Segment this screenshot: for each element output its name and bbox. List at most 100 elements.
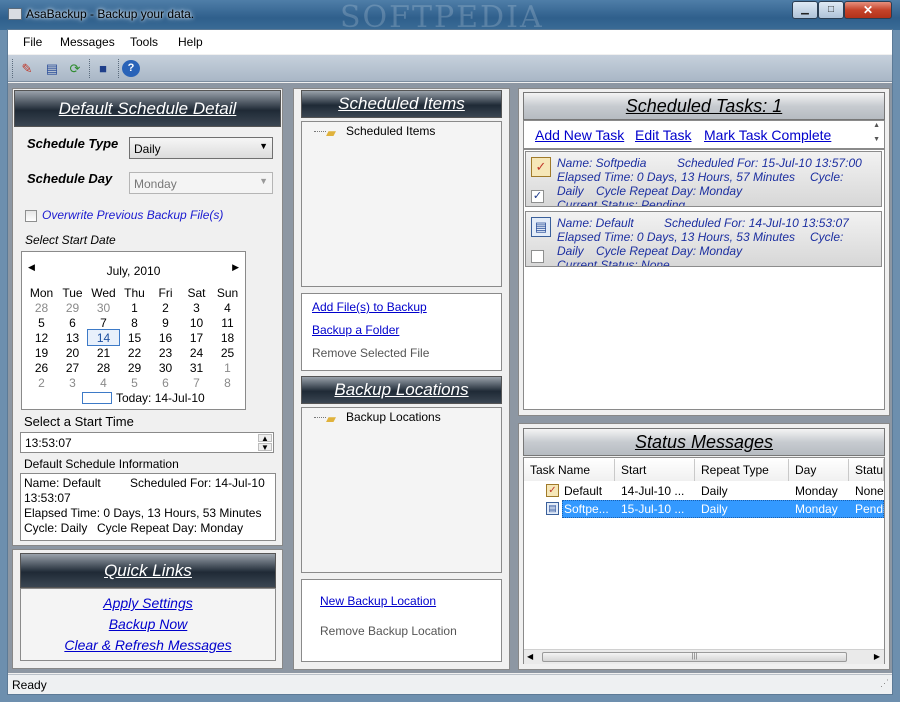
scroll-right-icon[interactable]: ▶ xyxy=(874,652,880,661)
task-checkbox[interactable]: ✓ xyxy=(531,190,544,203)
overwrite-checkbox[interactable] xyxy=(25,210,37,222)
calendar-day[interactable]: 30 xyxy=(88,300,119,315)
calendar-day[interactable]: 31 xyxy=(181,360,212,375)
column-header-start[interactable]: Start xyxy=(615,459,695,481)
apply-settings-link[interactable]: Apply Settings xyxy=(20,595,276,611)
calendar-day[interactable]: 27 xyxy=(57,360,88,375)
calendar-day[interactable]: 19 xyxy=(26,345,57,360)
tree-root-scheduled[interactable]: Scheduled Items xyxy=(346,124,435,138)
backup-now-link[interactable]: Backup Now xyxy=(20,616,276,632)
schedule-info-box: Name: Default Scheduled For: 14-Jul-10 1… xyxy=(20,473,276,541)
calendar[interactable]: ◀ July, 2010 ▶ Mon Tue Wed Thu Fri Sat Sun 28 2… xyxy=(21,251,246,410)
maximize-button[interactable]: □ xyxy=(818,1,844,19)
calendar-day[interactable]: 9 xyxy=(150,315,181,330)
scroll-left-icon[interactable]: ◀ xyxy=(527,652,533,661)
calendar-day[interactable]: 24 xyxy=(181,345,212,360)
add-files-link[interactable]: Add File(s) to Backup xyxy=(312,300,427,314)
task-card[interactable]: ▤ Name: Default Scheduled For: 14-Jul-10… xyxy=(525,211,882,267)
scroll-thumb[interactable]: ||| xyxy=(542,652,847,662)
calendar-day[interactable]: 29 xyxy=(119,360,150,375)
calendar-day[interactable]: 23 xyxy=(150,345,181,360)
calendar-day[interactable]: 29 xyxy=(57,300,88,315)
calendar-day[interactable]: 6 xyxy=(150,375,181,390)
calendar-day[interactable]: 30 xyxy=(150,360,181,375)
mark-complete-link[interactable]: Mark Task Complete xyxy=(704,127,831,143)
calendar-day[interactable]: 3 xyxy=(57,375,88,390)
calendar-day[interactable]: 7 xyxy=(181,375,212,390)
calendar-day[interactable]: 1 xyxy=(212,360,243,375)
scroll-down-icon[interactable]: ▼ xyxy=(873,136,880,143)
calendar-day[interactable]: 8 xyxy=(119,315,150,330)
calendar-day[interactable]: 14 xyxy=(87,329,120,346)
calendar-day[interactable]: 22 xyxy=(119,345,150,360)
remove-file-link[interactable]: Remove Selected File xyxy=(312,346,429,360)
calendar-day[interactable]: 26 xyxy=(26,360,57,375)
task-checkbox[interactable] xyxy=(531,250,544,263)
horizontal-scrollbar[interactable]: ◀ ||| ▶ xyxy=(524,649,884,664)
menu-file[interactable]: File xyxy=(23,35,42,49)
checklist-icon[interactable]: ✎ xyxy=(18,60,36,77)
edit-task-link[interactable]: Edit Task xyxy=(635,127,692,143)
refresh-icon[interactable]: ⟳ xyxy=(66,60,84,77)
resize-grip-icon[interactable]: ⋰ xyxy=(880,678,889,689)
calendar-day[interactable]: 18 xyxy=(212,330,243,345)
table-row[interactable]: ✓ Default 14-Jul-10 ... Daily Monday Non… xyxy=(524,482,884,500)
minimize-button[interactable]: ▁ xyxy=(792,1,818,19)
close-button[interactable]: ✕ xyxy=(844,1,892,19)
calendar-day[interactable]: 15 xyxy=(119,330,150,345)
menu-tools[interactable]: Tools xyxy=(130,35,158,49)
help-icon[interactable]: ? xyxy=(122,60,140,77)
today-marker xyxy=(82,392,112,404)
scroll-up-icon[interactable]: ▲ xyxy=(873,122,880,129)
backup-locations-tree[interactable]: ▰ Backup Locations xyxy=(301,407,502,573)
title-bar[interactable]: AsaBackup - Backup your data. SOFTPEDIA … xyxy=(0,0,900,35)
calendar-day[interactable]: 4 xyxy=(212,300,243,315)
calendar-day[interactable]: 21 xyxy=(88,345,119,360)
calendar-day[interactable]: 2 xyxy=(150,300,181,315)
schedule-day-select[interactable]: Monday ▼ xyxy=(129,172,273,194)
calendar-day[interactable]: 7 xyxy=(88,315,119,330)
calendar-day[interactable]: 17 xyxy=(181,330,212,345)
calendar-day[interactable]: 1 xyxy=(119,300,150,315)
overwrite-label[interactable]: Overwrite Previous Backup File(s) xyxy=(42,208,223,222)
column-header-status[interactable]: Statu xyxy=(849,459,884,481)
book-icon[interactable]: ▤ xyxy=(43,60,61,77)
table-row[interactable]: ▤ Softpe... 15-Jul-10 ... Daily Monday P… xyxy=(524,500,884,518)
spin-down-icon[interactable]: ▼ xyxy=(258,443,272,452)
scheduled-items-tree[interactable]: ▰ Scheduled Items xyxy=(301,121,502,287)
calendar-day[interactable]: 20 xyxy=(57,345,88,360)
calendar-next-icon[interactable]: ▶ xyxy=(232,262,239,273)
column-header-task-name[interactable]: Task Name xyxy=(524,459,615,481)
calendar-day[interactable]: 2 xyxy=(26,375,57,390)
calendar-day[interactable]: 11 xyxy=(212,315,243,330)
column-header-day[interactable]: Day xyxy=(789,459,849,481)
schedule-type-select[interactable]: Daily ▼ xyxy=(129,137,273,159)
calendar-day[interactable]: 28 xyxy=(88,360,119,375)
add-task-link[interactable]: Add New Task xyxy=(535,127,624,143)
calendar-day[interactable]: 28 xyxy=(26,300,57,315)
menu-messages[interactable]: Messages xyxy=(60,35,115,49)
calendar-day[interactable]: 16 xyxy=(150,330,181,345)
remove-location-link[interactable]: Remove Backup Location xyxy=(320,624,457,638)
clear-refresh-link[interactable]: Clear & Refresh Messages xyxy=(20,637,276,653)
task-card[interactable]: ✓ ✓ Name: Softpedia Scheduled For: 15-Ju… xyxy=(525,151,882,207)
calendar-day[interactable]: 12 xyxy=(26,330,57,345)
menu-help[interactable]: Help xyxy=(178,35,203,49)
calendar-day[interactable]: 5 xyxy=(26,315,57,330)
calendar-day[interactable]: 8 xyxy=(212,375,243,390)
tree-root-locations[interactable]: Backup Locations xyxy=(346,410,441,424)
calendar-day[interactable]: 4 xyxy=(88,375,119,390)
new-location-link[interactable]: New Backup Location xyxy=(320,594,436,608)
today-label[interactable]: Today: 14-Jul-10 xyxy=(116,391,205,405)
calendar-day[interactable]: 25 xyxy=(212,345,243,360)
calendar-day[interactable]: 5 xyxy=(119,375,150,390)
column-header-repeat-type[interactable]: Repeat Type xyxy=(695,459,789,481)
calendar-day[interactable]: 13 xyxy=(57,330,88,345)
calendar-day[interactable]: 6 xyxy=(57,315,88,330)
save-icon[interactable]: ■ xyxy=(94,60,112,77)
spin-up-icon[interactable]: ▲ xyxy=(258,434,272,443)
backup-folder-link[interactable]: Backup a Folder xyxy=(312,323,399,337)
calendar-day[interactable]: 10 xyxy=(181,315,212,330)
calendar-day[interactable]: 3 xyxy=(181,300,212,315)
start-time-input[interactable]: 13:53:07 ▲ ▼ xyxy=(20,432,274,453)
